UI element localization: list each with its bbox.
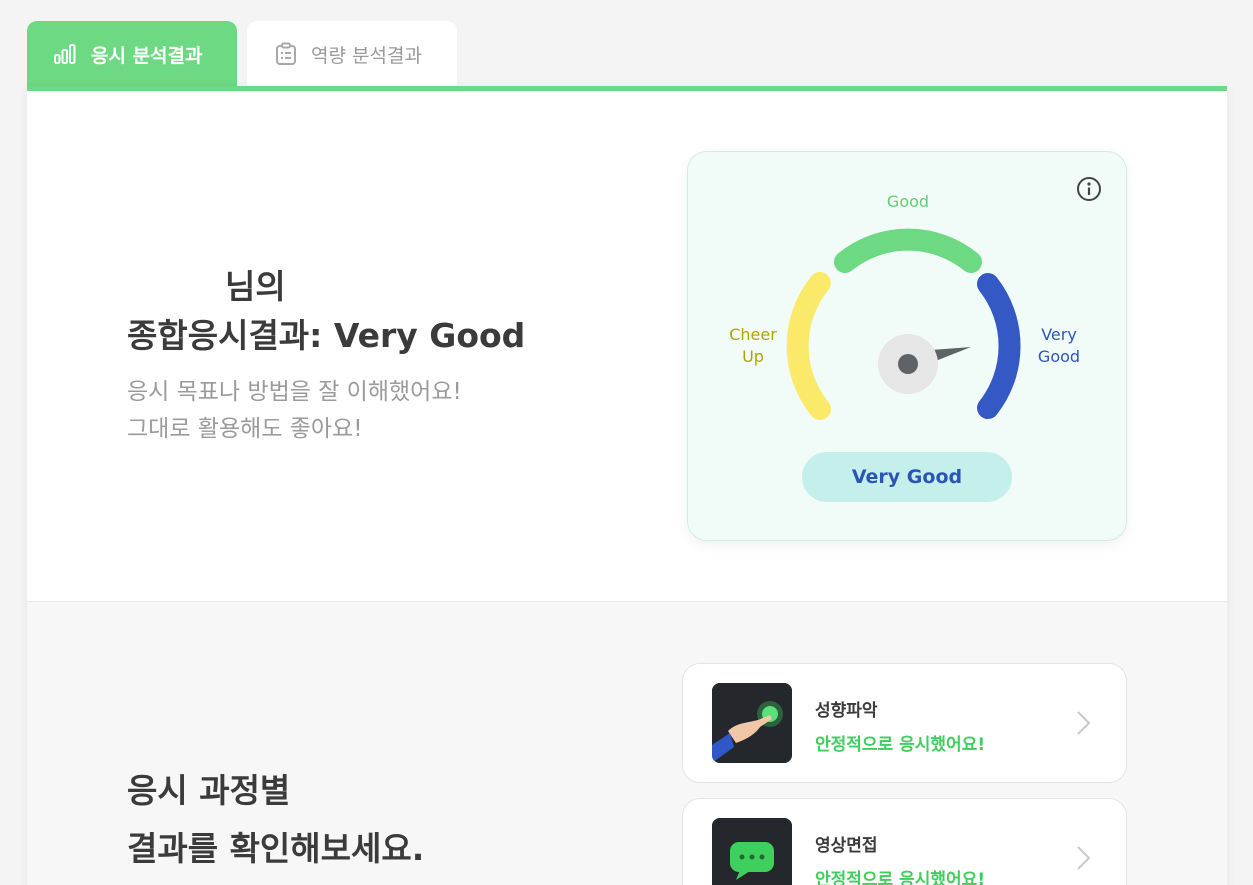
step-card-personality[interactable]: 성향파악 안정적으로 응시했어요! bbox=[682, 663, 1127, 783]
overall-result-section: 님의 종합응시결과: Very Good 응시 목표나 방법을 잘 이해했어요!… bbox=[27, 91, 1227, 602]
step-title: 성향파악 bbox=[815, 701, 878, 721]
gauge-label-good: Good bbox=[886, 192, 930, 211]
gauge-label-cheer-up-line-2: Up bbox=[742, 347, 764, 366]
chat-bubble-icon bbox=[712, 818, 792, 885]
tab-exam-analysis[interactable]: 응시 분석결과 bbox=[27, 21, 237, 87]
gauge-label-very-good: Very Good bbox=[1024, 324, 1094, 368]
gauge-arc-very-good bbox=[977, 273, 1021, 419]
process-title-line-1: 응시 과정별 bbox=[127, 771, 291, 810]
result-description: 응시 목표나 방법을 잘 이해했어요! 그대로 활용해도 좋아요! bbox=[127, 374, 462, 448]
tab-label: 응시 분석결과 bbox=[91, 44, 203, 67]
clipboard-icon bbox=[275, 42, 297, 66]
info-icon[interactable] bbox=[1076, 176, 1102, 202]
gauge-result-badge: Very Good bbox=[802, 452, 1012, 502]
overall-result-title: 종합응시결과: Very Good bbox=[127, 316, 526, 355]
gauge-card: Good Cheer Up Very Good Very Good bbox=[687, 151, 1127, 541]
description-line-1: 응시 목표나 방법을 잘 이해했어요! bbox=[127, 379, 462, 405]
tab-label: 역량 분석결과 bbox=[311, 44, 422, 67]
gauge-hub-center bbox=[898, 354, 918, 374]
gauge-label-very-good-line-1: Very bbox=[1041, 325, 1077, 344]
process-section-title: 응시 과정별 결과를 확인해보세요. bbox=[127, 762, 424, 878]
gauge-label-cheer-up: Cheer Up bbox=[718, 324, 788, 368]
chevron-right-icon bbox=[1075, 710, 1091, 740]
tab-competency-analysis[interactable]: 역량 분석결과 bbox=[247, 21, 457, 87]
gauge-arc-cheer-up bbox=[786, 272, 831, 420]
step-title: 영상면접 bbox=[815, 836, 878, 856]
candidate-name-line: 님의 bbox=[225, 267, 286, 306]
bar-chart-icon bbox=[53, 43, 77, 65]
description-line-2: 그대로 활용해도 좋아요! bbox=[127, 416, 363, 442]
analysis-panel: 님의 종합응시결과: Very Good 응시 목표나 방법을 잘 이해했어요!… bbox=[27, 86, 1227, 885]
step-status: 안정적으로 응시했어요! bbox=[815, 735, 986, 755]
process-results-section: 응시 과정별 결과를 확인해보세요. 성향파악 안정적으로 응시했어요! 영상면… bbox=[27, 602, 1227, 885]
gauge-label-cheer-up-line-1: Cheer bbox=[729, 325, 777, 344]
step-status: 안정적으로 응시했어요! bbox=[815, 870, 986, 885]
chevron-right-icon bbox=[1075, 845, 1091, 875]
process-title-line-2: 결과를 확인해보세요. bbox=[127, 829, 425, 868]
pointing-hand-icon bbox=[712, 683, 792, 763]
gauge-label-very-good-line-2: Good bbox=[1037, 347, 1081, 366]
step-card-video-interview[interactable]: 영상면접 안정적으로 응시했어요! bbox=[682, 798, 1127, 885]
gauge-arc-good bbox=[834, 228, 982, 273]
